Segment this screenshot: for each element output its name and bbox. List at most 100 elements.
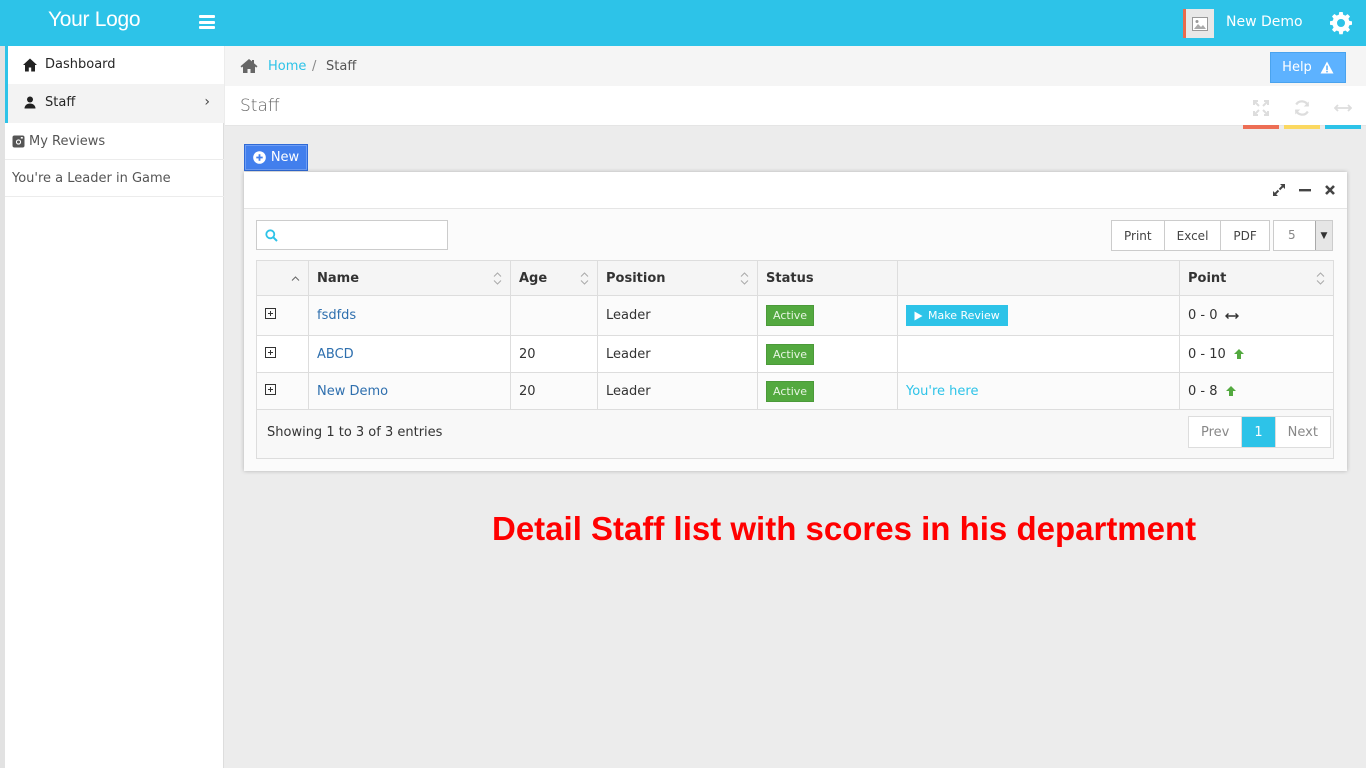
age-cell: 20 [510,372,598,410]
search-input[interactable] [283,221,443,249]
pagination-page-1[interactable]: 1 [1242,417,1276,447]
print-button[interactable]: Print [1112,221,1165,250]
search-icon [265,229,278,242]
close-icon[interactable] [1323,183,1337,197]
maximize-icon[interactable] [1272,183,1286,197]
breadcrumb-current: Staff [326,59,357,74]
point-value: 0 - 10 [1188,346,1226,362]
page-title: Staff [240,96,280,116]
column-header-action [897,260,1180,296]
image-placeholder-icon [1192,16,1208,31]
pagination-next[interactable]: Next [1276,417,1330,447]
table-footer: Showing 1 to 3 of 3 entries Prev 1 Next [256,410,1334,459]
menu-toggle-icon[interactable] [199,15,215,29]
expand-row-icon[interactable] [265,346,276,358]
help-button[interactable]: Help [1270,52,1346,83]
name-cell: New Demo [308,372,511,410]
status-cell: Active [757,335,898,373]
sidebar-subitem-label: You're a Leader in Game [12,171,171,186]
warning-icon [1320,61,1334,74]
new-button[interactable]: New [244,144,308,171]
arrow-up-icon [1225,386,1236,396]
plus-circle-icon [253,151,266,164]
page-header: Staff [225,86,1366,129]
sidebar-item-label: Dashboard [45,57,116,72]
staff-name-link[interactable]: ABCD [317,347,354,362]
arrows-horizontal-icon [1334,104,1352,112]
sidebar-item-leader-in-game[interactable]: You're a Leader in Game [5,160,224,197]
annotation-text: Detail Staff list with scores in his dep… [492,510,1197,547]
position-cell: Leader [597,335,758,373]
column-header-status[interactable]: Status [757,260,898,296]
table-row: New Demo 20 Leader Active You're here 0 … [256,372,1334,410]
username[interactable]: New Demo [1226,14,1303,30]
excel-button[interactable]: Excel [1165,221,1222,250]
table-row: fsdfds Leader Active Make Review 0 - 0 [256,295,1334,336]
expand-row-icon[interactable] [265,383,276,395]
sidebar-item-dashboard[interactable]: Dashboard [5,46,224,84]
arrow-up-icon [1233,349,1244,359]
status-badge: Active [766,343,815,365]
make-review-button[interactable]: Make Review [906,305,1008,326]
column-header-expand[interactable] [256,260,309,296]
action-cell: You're here [897,372,1180,410]
sidebar-subitem-label: My Reviews [29,134,106,149]
gear-icon[interactable] [1329,11,1353,35]
play-icon [914,311,923,320]
sort-icon [740,272,749,285]
sidebar: Dashboard Staff › My Reviews You're a Le… [0,46,224,768]
sort-asc-icon [291,276,300,281]
avatar[interactable] [1183,9,1214,38]
column-header-point[interactable]: Point [1179,260,1334,296]
fullscreen-icon [1253,100,1269,116]
youre-here-link[interactable]: You're here [906,384,978,399]
age-cell: 20 [510,335,598,373]
pagination-prev[interactable]: Prev [1189,417,1243,447]
minimize-icon[interactable] [1298,183,1312,197]
new-button-label: New [270,150,300,165]
name-cell: fsdfds [308,295,511,336]
table-search[interactable] [256,220,448,250]
staff-table: Name Age Position Status Point fsdfds Le… [256,260,1334,410]
export-buttons: Print Excel PDF [1111,220,1270,251]
page-length-value: 5 [1288,228,1296,242]
sort-icon [493,272,502,285]
name-cell: ABCD [308,335,511,373]
point-cell: 0 - 8 [1179,372,1334,410]
staff-name-link[interactable]: New Demo [317,384,388,399]
action-cell: Make Review [897,295,1180,336]
sidebar-item-label: Staff [45,95,76,110]
table-row: ABCD 20 Leader Active 0 - 10 [256,335,1334,373]
sidebar-item-staff[interactable]: Staff › [5,84,224,123]
breadcrumb-home-link[interactable]: Home [268,59,306,74]
refresh-tool[interactable] [1284,86,1320,129]
widget-body: Print Excel PDF 5 ▼ Name Age Position St… [244,209,1347,471]
point-value: 0 - 8 [1188,383,1218,399]
table-info: Showing 1 to 3 of 3 entries [267,425,443,440]
expand-horizontal-tool[interactable] [1325,86,1361,129]
breadcrumb: Home / Staff Help [225,46,1366,86]
refresh-icon [1294,100,1310,116]
expand-row-icon[interactable] [265,308,276,319]
staff-name-link[interactable]: fsdfds [317,308,356,323]
position-cell: Leader [597,295,758,336]
column-header-age[interactable]: Age [510,260,598,296]
logo[interactable]: Your Logo [48,8,141,32]
position-cell: Leader [597,372,758,410]
user-icon [24,96,36,109]
chevron-right-icon: › [204,94,210,110]
page-length-select[interactable]: 5 ▼ [1273,220,1333,251]
instagram-icon [12,135,25,148]
fullscreen-tool[interactable] [1243,86,1279,129]
action-cell [897,335,1180,373]
sidebar-item-my-reviews[interactable]: My Reviews [5,123,224,160]
table-header-row: Name Age Position Status Point [256,260,1334,296]
help-button-label: Help [1282,60,1312,75]
home-icon[interactable] [240,58,258,74]
pdf-button[interactable]: PDF [1221,221,1268,250]
column-header-position[interactable]: Position [597,260,758,296]
column-header-name[interactable]: Name [308,260,511,296]
pagination: Prev 1 Next [1188,416,1331,448]
chevron-down-icon: ▼ [1315,221,1332,250]
status-badge: Active [766,305,815,326]
